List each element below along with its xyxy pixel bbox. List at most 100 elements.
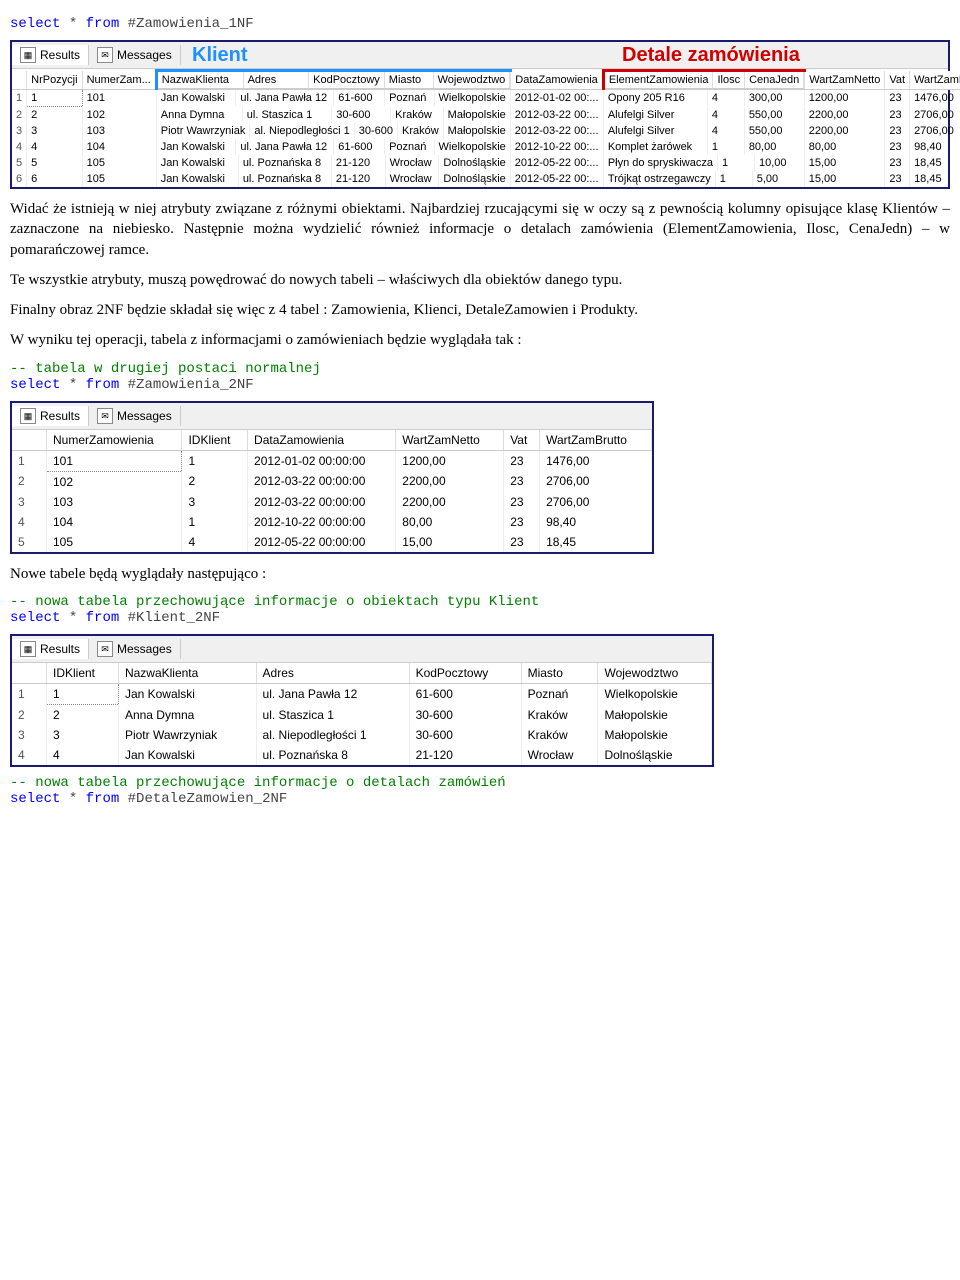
col-header[interactable]: NumerZam... bbox=[82, 71, 156, 90]
table-cell[interactable]: 2 bbox=[47, 704, 119, 725]
table-cell[interactable]: Wielkopolskie bbox=[434, 139, 510, 155]
data-table[interactable]: IDKlient NazwaKlienta Adres KodPocztowy … bbox=[12, 663, 712, 765]
col-header[interactable]: Vat bbox=[504, 430, 540, 451]
table-cell[interactable]: Wielkopolskie bbox=[434, 90, 510, 106]
table-cell[interactable]: 23 bbox=[504, 450, 540, 471]
table-cell[interactable]: 1200,00 bbox=[396, 450, 504, 471]
data-table[interactable]: NrPozycji NumerZam... NazwaKlienta Adres… bbox=[12, 69, 960, 187]
table-cell[interactable]: 2012-01-02 00:... bbox=[511, 90, 604, 107]
table-cell[interactable]: 2706,00 bbox=[910, 123, 960, 139]
table-cell[interactable]: 2706,00 bbox=[540, 492, 652, 512]
table-cell[interactable]: 3 bbox=[182, 492, 248, 512]
table-cell[interactable]: Dolnośląskie bbox=[598, 745, 712, 765]
table-cell[interactable]: 550,00 bbox=[744, 123, 804, 139]
table-cell[interactable]: 2012-03-22 00:... bbox=[511, 123, 604, 139]
col-header[interactable]: IDKlient bbox=[182, 430, 248, 451]
table-cell[interactable]: 30-600 bbox=[409, 725, 521, 745]
table-cell[interactable]: 15,00 bbox=[396, 532, 504, 552]
table-cell[interactable]: 23 bbox=[504, 492, 540, 512]
table-cell[interactable]: 4 bbox=[707, 123, 744, 139]
table-cell[interactable]: 2012-10-22 00:00:00 bbox=[248, 512, 396, 532]
table-row[interactable]: 110112012-01-02 00:00:001200,00231476,00 bbox=[12, 450, 652, 471]
table-cell[interactable]: 104 bbox=[47, 512, 182, 532]
table-cell[interactable]: Jan Kowalski bbox=[118, 745, 256, 765]
table-cell[interactable]: 2012-03-22 00:... bbox=[511, 107, 604, 124]
tab-results[interactable]: ▦Results bbox=[12, 406, 89, 426]
table-cell[interactable]: Poznań bbox=[385, 90, 434, 106]
table-cell[interactable]: 4 bbox=[707, 107, 744, 123]
col-header[interactable]: WartZamNetto bbox=[805, 71, 885, 90]
col-header[interactable]: DataZamowienia bbox=[511, 71, 604, 90]
tab-messages[interactable]: ✉Messages bbox=[89, 639, 181, 659]
table-cell[interactable]: 2012-10-22 00:... bbox=[511, 139, 604, 155]
table-cell[interactable]: Wrocław bbox=[521, 745, 598, 765]
table-row[interactable]: 210222012-03-22 00:00:002200,00232706,00 bbox=[12, 471, 652, 492]
table-cell[interactable]: 10,00 bbox=[754, 155, 804, 171]
col-header[interactable]: Ilosc bbox=[713, 72, 745, 89]
col-header[interactable]: KodPocztowy bbox=[309, 72, 385, 89]
table-cell[interactable]: Kraków bbox=[521, 704, 598, 725]
table-cell[interactable]: 21-120 bbox=[331, 155, 385, 171]
table-cell[interactable]: 30-600 bbox=[354, 123, 397, 139]
table-cell[interactable]: 4 bbox=[707, 90, 744, 106]
table-cell[interactable]: 4 bbox=[27, 139, 82, 155]
table-cell[interactable]: al. Niepodległości 1 bbox=[256, 725, 409, 745]
table-cell[interactable]: 2706,00 bbox=[540, 471, 652, 492]
table-cell[interactable]: al. Niepodległości 1 bbox=[250, 123, 354, 139]
table-cell[interactable]: Anna Dymna bbox=[118, 704, 256, 725]
table-cell[interactable]: 23 bbox=[504, 512, 540, 532]
table-cell[interactable]: 18,45 bbox=[540, 532, 652, 552]
table-cell[interactable]: Alufelgi Silver bbox=[604, 107, 708, 123]
table-cell[interactable]: 101 bbox=[47, 450, 182, 471]
tab-messages[interactable]: ✉Messages bbox=[89, 45, 181, 65]
table-cell[interactable]: 23 bbox=[504, 532, 540, 552]
table-cell[interactable]: Kraków bbox=[397, 123, 443, 139]
tab-results[interactable]: ▦Results bbox=[12, 45, 89, 65]
table-row[interactable]: 22102Anna Dymnaul. Staszica 130-600Krakó… bbox=[12, 107, 960, 124]
table-cell[interactable]: Anna Dymna bbox=[157, 107, 243, 123]
table-cell[interactable]: 2200,00 bbox=[396, 471, 504, 492]
table-cell[interactable]: Dolnośląskie bbox=[439, 155, 510, 171]
table-cell[interactable]: 18,45 bbox=[910, 155, 960, 171]
data-table[interactable]: NumerZamowienia IDKlient DataZamowienia … bbox=[12, 430, 652, 552]
table-cell[interactable]: Małopolskie bbox=[443, 107, 510, 123]
table-cell[interactable]: 2012-03-22 00:00:00 bbox=[248, 471, 396, 492]
table-cell[interactable]: 23 bbox=[885, 90, 910, 107]
table-cell[interactable]: 98,40 bbox=[910, 139, 960, 155]
table-cell[interactable]: 2200,00 bbox=[396, 492, 504, 512]
col-header[interactable]: CenaJedn bbox=[745, 72, 804, 89]
table-cell[interactable]: 102 bbox=[47, 471, 182, 492]
tab-messages[interactable]: ✉Messages bbox=[89, 406, 181, 426]
table-cell[interactable]: ul. Staszica 1 bbox=[242, 107, 331, 123]
table-cell[interactable]: 300,00 bbox=[744, 90, 804, 106]
table-cell[interactable]: 23 bbox=[885, 123, 910, 139]
table-cell[interactable]: 23 bbox=[504, 471, 540, 492]
table-cell[interactable]: 1 bbox=[47, 683, 119, 704]
col-header[interactable]: Wojewodztwo bbox=[433, 72, 510, 89]
table-row[interactable]: 510542012-05-22 00:00:0015,002318,45 bbox=[12, 532, 652, 552]
table-cell[interactable]: Wrocław bbox=[385, 171, 439, 187]
table-cell[interactable]: 30-600 bbox=[332, 107, 391, 123]
table-cell[interactable]: 5 bbox=[27, 155, 82, 171]
col-header[interactable]: NazwaKlienta bbox=[118, 663, 256, 684]
table-cell[interactable]: 21-120 bbox=[331, 171, 385, 187]
table-cell[interactable]: ul. Poznańska 8 bbox=[238, 155, 331, 171]
table-cell[interactable]: 6 bbox=[27, 171, 82, 187]
table-row[interactable]: 44104Jan Kowalskiul. Jana Pawła 1261-600… bbox=[12, 139, 960, 155]
table-cell[interactable]: 103 bbox=[82, 123, 156, 139]
col-header[interactable]: Miasto bbox=[384, 72, 433, 89]
table-cell[interactable]: Małopolskie bbox=[443, 123, 510, 139]
table-cell[interactable]: 2 bbox=[182, 471, 248, 492]
table-row[interactable]: 11Jan Kowalskiul. Jana Pawła 1261-600Poz… bbox=[12, 683, 712, 704]
table-cell[interactable]: 1476,00 bbox=[540, 450, 652, 471]
table-cell[interactable]: Alufelgi Silver bbox=[604, 123, 708, 139]
table-cell[interactable]: 4 bbox=[182, 532, 248, 552]
table-cell[interactable]: Jan Kowalski bbox=[157, 171, 239, 187]
table-cell[interactable]: ul. Jana Pawła 12 bbox=[256, 683, 409, 704]
table-row[interactable]: 33Piotr Wawrzyniakal. Niepodległości 130… bbox=[12, 725, 712, 745]
table-cell[interactable]: ul. Staszica 1 bbox=[256, 704, 409, 725]
col-header[interactable]: WartZamBrutto bbox=[540, 430, 652, 451]
col-header[interactable]: NrPozycji bbox=[27, 71, 82, 90]
table-cell[interactable]: 1 bbox=[182, 450, 248, 471]
col-header[interactable]: Wojewodztwo bbox=[598, 663, 712, 684]
